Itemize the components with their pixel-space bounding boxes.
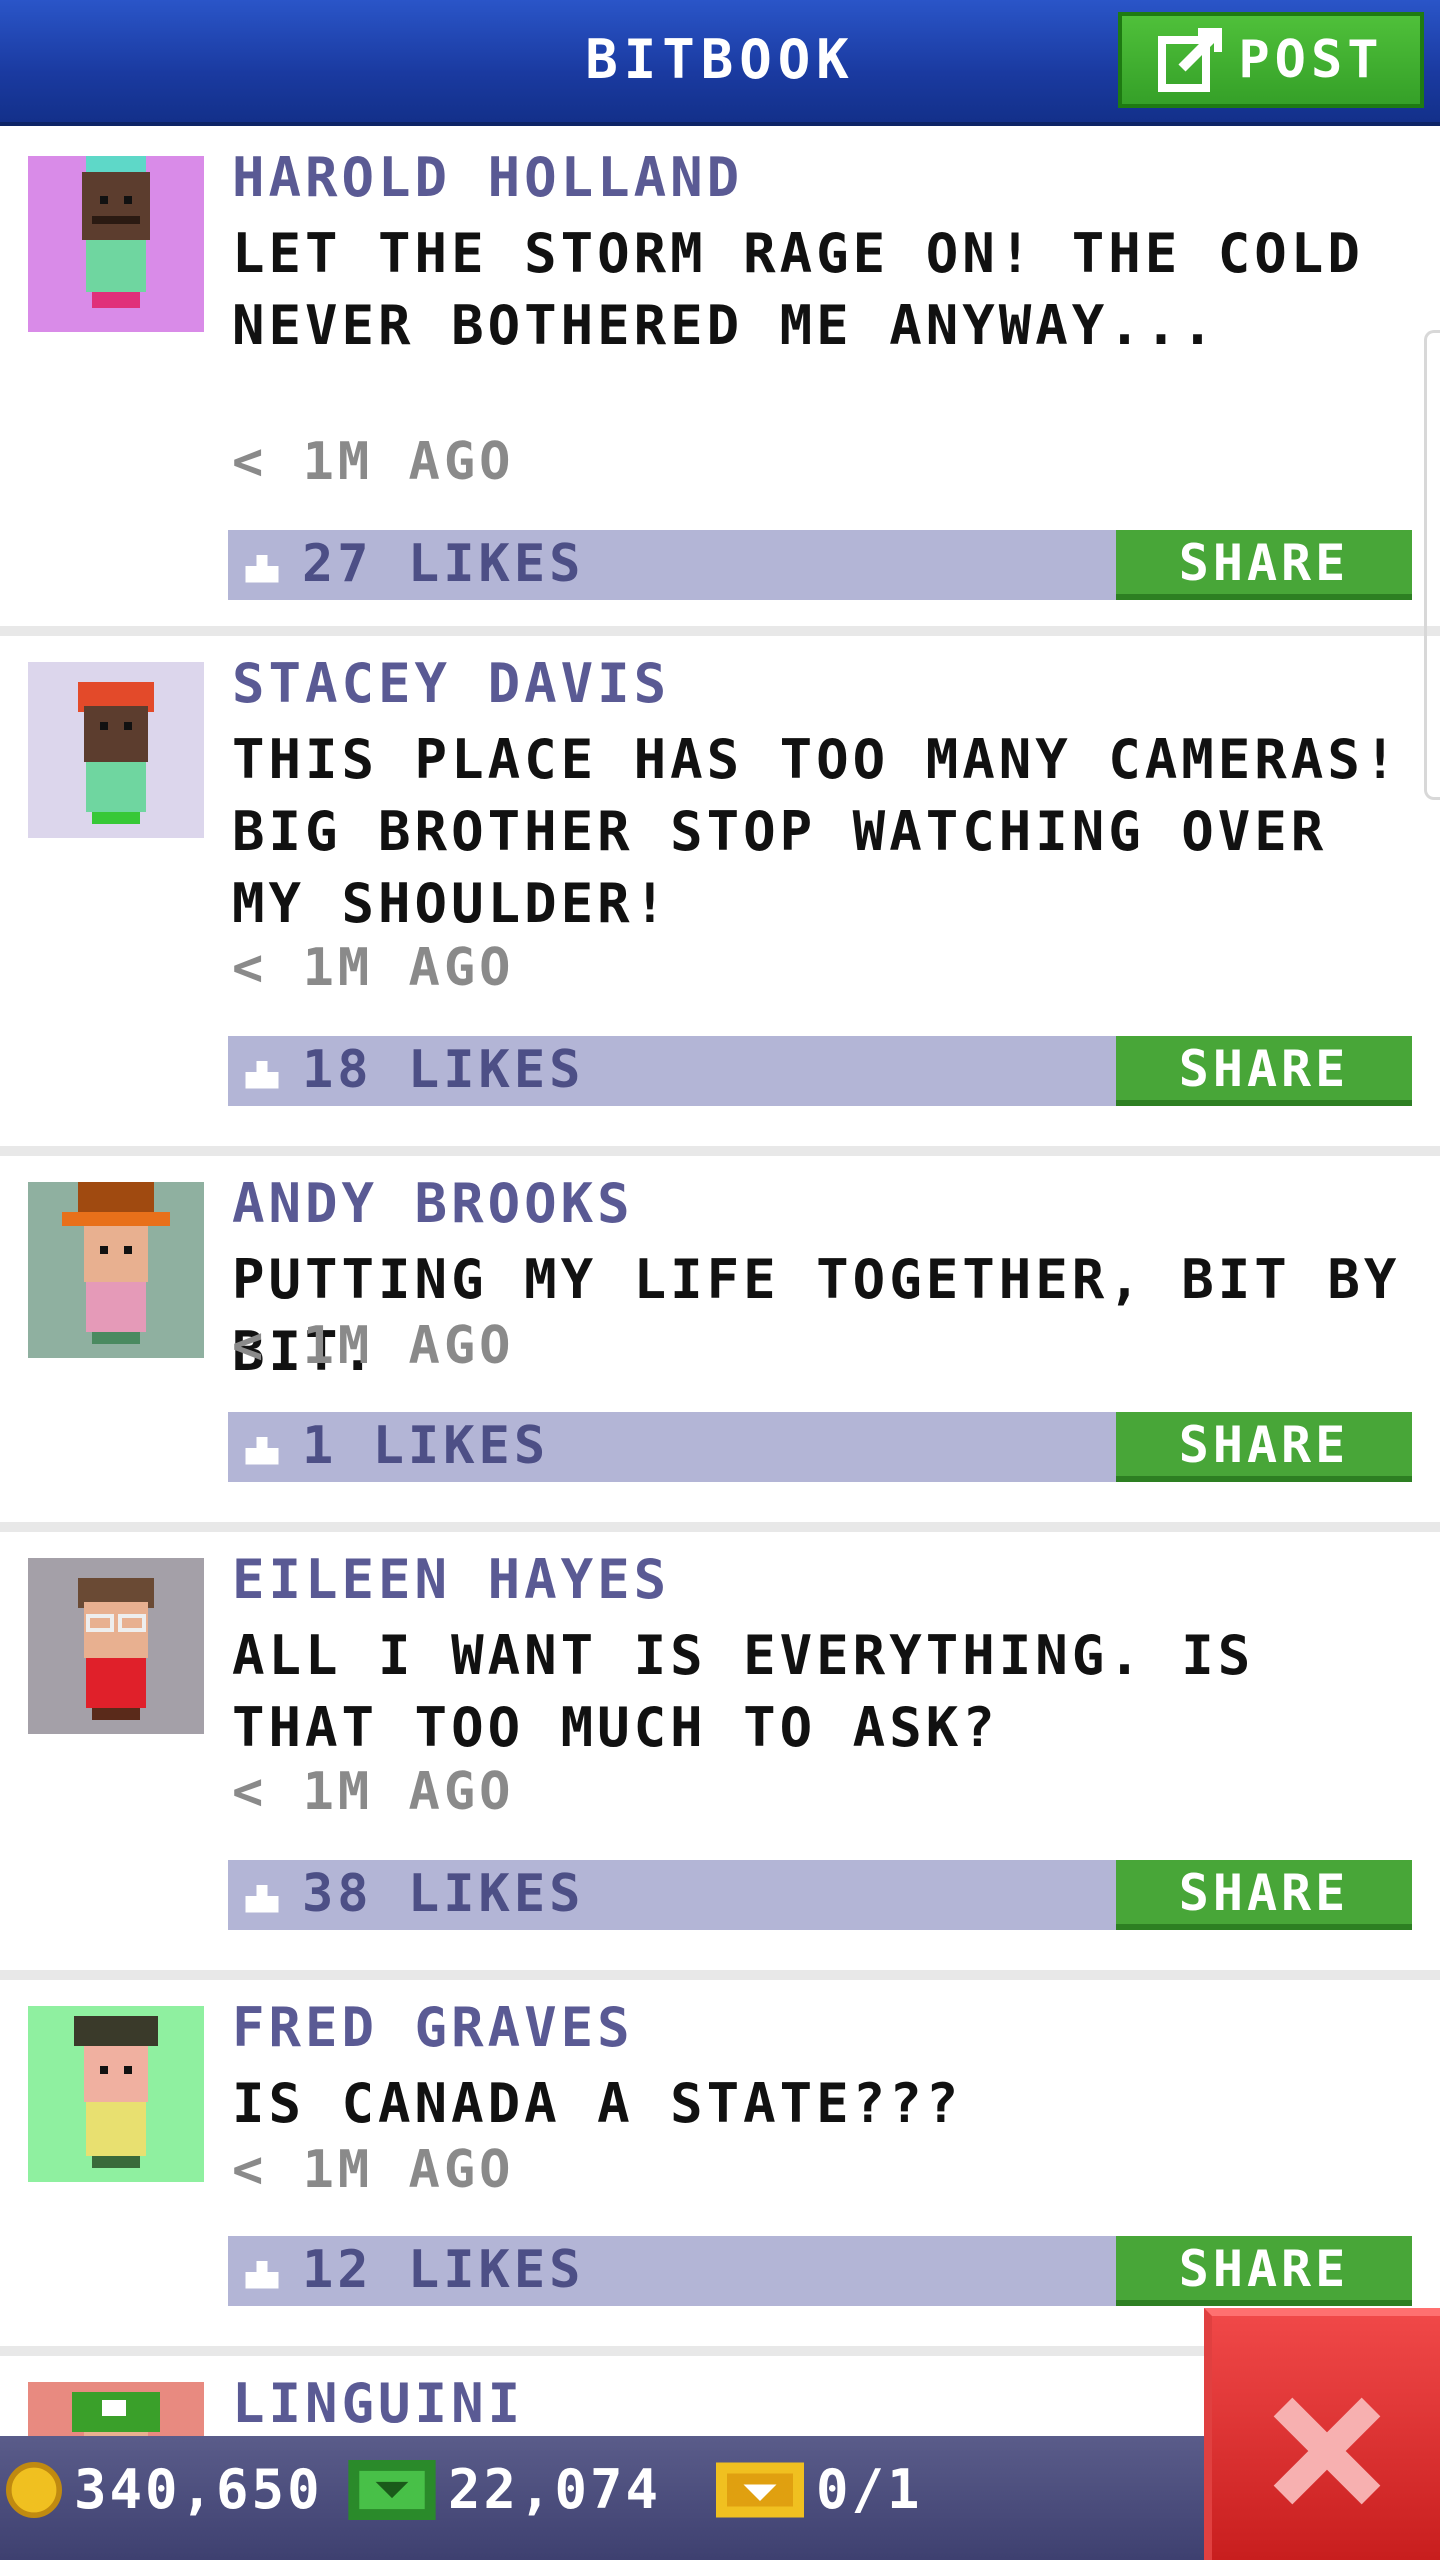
- coin-icon: [6, 2461, 62, 2518]
- avatar-linguini: [28, 2382, 204, 2436]
- bux-value: 22,074: [448, 2458, 662, 2521]
- share-button[interactable]: SHARE: [1116, 1036, 1412, 1106]
- feed-post: EILEEN HAYES ALL I WANT IS EVERYTHING. I…: [0, 1532, 1440, 1980]
- avatar-fred: [28, 2006, 204, 2182]
- like-bar[interactable]: 12 LIKES SHARE: [228, 2236, 1412, 2306]
- like-count: 38 LIKES: [302, 1864, 585, 1924]
- post-time: < 1M AGO: [232, 2140, 515, 2200]
- like-bar[interactable]: 38 LIKES SHARE: [228, 1860, 1412, 1930]
- avatar[interactable]: [28, 662, 204, 838]
- avatar[interactable]: [28, 1182, 204, 1358]
- post-author[interactable]: EILEEN HAYES: [232, 1548, 670, 1611]
- post-author[interactable]: ANDY BROOKS: [232, 1172, 634, 1235]
- feed-post: HAROLD HOLLAND LET THE STORM RAGE ON! TH…: [0, 126, 1440, 636]
- coins-value: 340,650: [74, 2458, 323, 2521]
- avatar-harold: [28, 156, 204, 332]
- close-button[interactable]: [1204, 2308, 1440, 2560]
- avatar[interactable]: [28, 1558, 204, 1734]
- avatar-eileen: [28, 1558, 204, 1734]
- share-button[interactable]: SHARE: [1116, 1412, 1412, 1482]
- avatar-stacey: [28, 662, 204, 838]
- thumbs-up-icon: [245, 2261, 279, 2289]
- avatar[interactable]: [28, 156, 204, 332]
- post-author[interactable]: STACEY DAVIS: [232, 652, 670, 715]
- like-bar[interactable]: 1 LIKES SHARE: [228, 1412, 1412, 1482]
- app-header: BITBOOK POST: [0, 0, 1440, 126]
- like-bar[interactable]: 27 LIKES SHARE: [228, 530, 1412, 600]
- feed-post: ANDY BROOKS PUTTING MY LIFE TOGETHER, BI…: [0, 1156, 1440, 1532]
- post-message: THIS PLACE HAS TOO MANY CAMERAS! BIG BRO…: [232, 728, 1401, 935]
- bux-stat: 22,074: [348, 2458, 661, 2521]
- thumbs-up-icon: [245, 1437, 279, 1465]
- share-button[interactable]: SHARE: [1116, 2236, 1412, 2306]
- ticket-icon: [716, 2462, 804, 2517]
- post-message: LET THE STORM RAGE ON! THE COLD NEVER BO…: [232, 222, 1364, 357]
- post-message: IS CANADA A STATE???: [232, 2072, 963, 2135]
- feed-post: STACEY DAVIS THIS PLACE HAS TOO MANY CAM…: [0, 636, 1440, 1156]
- like-bar[interactable]: 18 LIKES SHARE: [228, 1036, 1412, 1106]
- post-author[interactable]: HAROLD HOLLAND: [232, 146, 743, 209]
- post-time: < 1M AGO: [232, 1316, 515, 1376]
- like-count: 1 LIKES: [302, 1416, 550, 1476]
- thumbs-up-icon: [245, 1061, 279, 1089]
- scrollbar[interactable]: [1424, 330, 1440, 800]
- tickets-stat: 0/1: [716, 2458, 923, 2521]
- feed-list[interactable]: HAROLD HOLLAND LET THE STORM RAGE ON! TH…: [0, 126, 1440, 2436]
- avatar[interactable]: [28, 2382, 204, 2436]
- tickets-value: 0/1: [816, 2458, 923, 2521]
- close-icon: [1273, 2397, 1381, 2505]
- thumbs-up-icon: [245, 1885, 279, 1913]
- post-time: < 1M AGO: [232, 432, 515, 492]
- share-button[interactable]: SHARE: [1116, 530, 1412, 600]
- edit-icon: [1158, 28, 1223, 92]
- post-button[interactable]: POST: [1118, 12, 1424, 108]
- post-time: < 1M AGO: [232, 1762, 515, 1822]
- avatar-andy: [28, 1182, 204, 1358]
- post-author[interactable]: FRED GRAVES: [232, 1996, 634, 2059]
- bux-icon: [348, 2459, 436, 2520]
- post-message: ALL I WANT IS EVERYTHING. IS THAT TOO MU…: [232, 1624, 1255, 1759]
- share-button[interactable]: SHARE: [1116, 1860, 1412, 1930]
- coins-stat: 340,650: [6, 2458, 323, 2521]
- thumbs-up-icon: [245, 555, 279, 583]
- feed-post: FRED GRAVES IS CANADA A STATE??? < 1M AG…: [0, 1980, 1440, 2356]
- like-count: 27 LIKES: [302, 534, 585, 594]
- avatar[interactable]: [28, 2006, 204, 2182]
- post-button-label: POST: [1238, 30, 1384, 90]
- like-count: 12 LIKES: [302, 2240, 585, 2300]
- like-count: 18 LIKES: [302, 1040, 585, 1100]
- post-time: < 1M AGO: [232, 938, 515, 998]
- post-author[interactable]: LINGUINI: [232, 2372, 524, 2435]
